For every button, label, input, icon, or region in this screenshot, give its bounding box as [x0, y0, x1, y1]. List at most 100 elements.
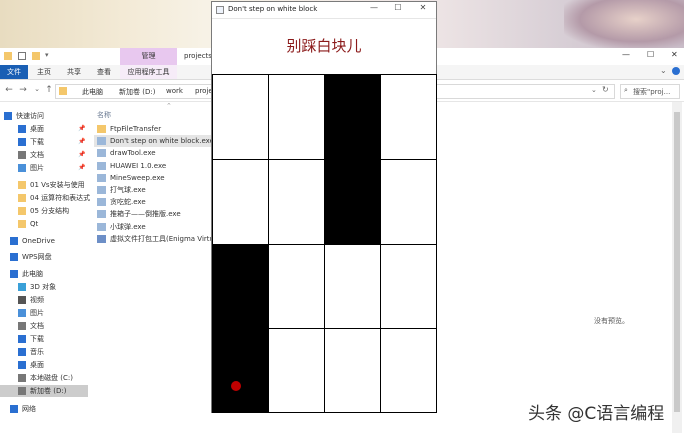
white-tile[interactable]	[324, 328, 381, 413]
sidebar-item[interactable]: 视频	[0, 294, 88, 306]
file-item[interactable]: 推箱子——倒推版.exe	[94, 208, 214, 220]
black-tile[interactable]	[212, 244, 269, 329]
sidebar-item[interactable]: 01 Vs安装与使用	[0, 179, 88, 191]
close-icon[interactable]: ✕	[416, 3, 430, 12]
search-input[interactable]: ⌕ 搜索"proj...	[620, 84, 680, 99]
sidebar-item-label: 3D 对象	[30, 283, 57, 291]
tab-app-tools[interactable]: 应用程序工具	[120, 65, 177, 79]
file-item[interactable]: Don't step on white block.exe	[94, 135, 214, 148]
sidebar-item[interactable]: 网络	[0, 403, 88, 415]
file-item[interactable]: HUAWEI 1.0.exe	[94, 160, 214, 172]
file-item[interactable]: 贪吃蛇.exe	[94, 196, 214, 208]
white-tile[interactable]	[268, 244, 325, 329]
folder-icon	[59, 87, 67, 95]
sidebar-item[interactable]: 文档 📌	[0, 149, 88, 161]
file-item[interactable]: FtpFileTransfer	[94, 123, 214, 135]
sort-arrow-icon: ⌃	[166, 102, 172, 110]
properties-icon[interactable]	[18, 52, 26, 60]
sidebar-item[interactable]: 本地磁盘 (C:)	[0, 372, 88, 384]
sidebar-item[interactable]: 04 运算符和表达式	[0, 192, 91, 204]
white-tile[interactable]	[380, 244, 437, 329]
help-icon[interactable]	[672, 67, 680, 75]
game-heading: 别踩白块儿	[286, 37, 362, 55]
breadcrumb-drive-d[interactable]: 新加卷 (D:)	[119, 87, 155, 97]
sidebar-item-label: 本地磁盘 (C:)	[30, 374, 73, 382]
address-bar-end[interactable]: ⌄ ↻	[435, 84, 615, 99]
file-item[interactable]: MineSweep.exe	[94, 172, 214, 184]
breadcrumb-this-pc[interactable]: 此电脑	[82, 87, 103, 97]
sidebar-item[interactable]: WPS网盘	[0, 251, 88, 263]
up-icon[interactable]: ↑	[44, 85, 54, 95]
sidebar-item[interactable]: 此电脑	[0, 268, 88, 280]
sidebar-item[interactable]: 新加卷 (D:)	[0, 385, 88, 397]
sidebar-item[interactable]: Qt	[0, 218, 88, 230]
music-icon	[18, 348, 26, 356]
pin-icon[interactable]: 📌	[78, 136, 85, 148]
sidebar-item-label: 04 运算符和表达式	[30, 194, 91, 202]
sidebar-item[interactable]: 音乐	[0, 346, 88, 358]
pin-icon[interactable]: 📌	[78, 149, 85, 161]
sidebar-item[interactable]: 下载	[0, 333, 88, 345]
sidebar-item[interactable]: OneDrive	[0, 235, 88, 247]
white-tile[interactable]	[268, 328, 325, 413]
sidebar-item[interactable]: 桌面	[0, 359, 88, 371]
minimize-icon[interactable]: —	[367, 3, 381, 12]
tab-share[interactable]: 共享	[67, 65, 81, 79]
tab-file[interactable]: 文件	[0, 65, 28, 79]
file-item[interactable]: 打气球.exe	[94, 184, 214, 196]
white-tile[interactable]	[380, 74, 437, 160]
black-tile[interactable]	[324, 74, 381, 160]
sidebar-item[interactable]: 快速访问	[0, 110, 88, 122]
sidebar-item-label: 新加卷 (D:)	[30, 387, 67, 395]
sidebar-item[interactable]: 3D 对象	[0, 281, 88, 293]
minimize-icon[interactable]: —	[622, 50, 630, 59]
white-tile[interactable]	[268, 74, 325, 160]
refresh-icon[interactable]: ↻	[602, 85, 609, 94]
sidebar-item-label: 01 Vs安装与使用	[30, 181, 85, 189]
recent-dropdown-icon[interactable]: ⌄	[32, 85, 42, 93]
white-tile[interactable]	[212, 159, 269, 245]
sidebar-item[interactable]: 下载 📌	[0, 136, 88, 148]
file-item[interactable]: 小球弹.exe	[94, 221, 214, 233]
black-tile[interactable]	[324, 159, 381, 245]
sidebar-item-label: 文档	[30, 322, 44, 330]
forward-icon[interactable]: →	[18, 85, 28, 95]
black-tile[interactable]	[212, 328, 269, 413]
pin-icon[interactable]: 📌	[78, 162, 85, 174]
address-bar[interactable]: 此电脑 新加卷 (D:) work proje	[55, 84, 215, 99]
folder-icon	[97, 125, 106, 133]
scrollbar-thumb[interactable]	[674, 112, 680, 412]
ribbon-expand-icon[interactable]: ⌄	[660, 66, 667, 75]
pin-icon[interactable]: 📌	[78, 123, 85, 135]
sidebar-item[interactable]: 文档	[0, 320, 88, 332]
file-item[interactable]: drawTool.exe	[94, 147, 214, 159]
breadcrumb-work[interactable]: work	[166, 87, 183, 95]
white-tile[interactable]	[212, 74, 269, 160]
file-item[interactable]: 虚拟文件打包工具(Enigma Virtual	[94, 233, 214, 245]
white-tile[interactable]	[268, 159, 325, 245]
folder-icon	[4, 52, 12, 60]
white-tile[interactable]	[380, 328, 437, 413]
maximize-icon[interactable]: ☐	[647, 50, 654, 59]
qat-dropdown-icon[interactable]: ▾	[45, 51, 49, 59]
game-board[interactable]	[212, 74, 437, 413]
sidebar-item[interactable]: 图片	[0, 307, 88, 319]
document-icon	[18, 322, 26, 330]
file-name: 贪吃蛇.exe	[110, 198, 146, 207]
scrollbar[interactable]	[672, 102, 682, 433]
tab-view[interactable]: 查看	[97, 65, 111, 79]
tab-home[interactable]: 主页	[37, 65, 51, 79]
ribbon-context-tab[interactable]: 管理	[120, 48, 177, 65]
white-tile[interactable]	[380, 159, 437, 245]
maximize-icon[interactable]: ☐	[391, 3, 405, 12]
column-header-name[interactable]: 名称	[97, 110, 111, 120]
back-icon[interactable]: ←	[4, 85, 14, 95]
new-folder-icon[interactable]	[32, 52, 40, 60]
address-dropdown-icon[interactable]: ⌄	[591, 86, 597, 94]
file-name: 小球弹.exe	[110, 222, 146, 231]
sidebar-item[interactable]: 桌面 📌	[0, 123, 88, 135]
close-icon[interactable]: ✕	[671, 50, 678, 59]
sidebar-item[interactable]: 05 分支结构	[0, 205, 88, 217]
sidebar-item[interactable]: 图片 📌	[0, 162, 88, 174]
white-tile[interactable]	[324, 244, 381, 329]
